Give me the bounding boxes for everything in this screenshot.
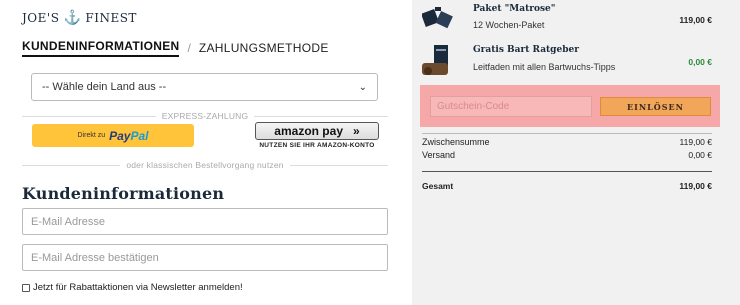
total-row: Gesamt 119,00 € [422, 181, 712, 191]
newsletter-label: Jetzt für Rabattaktionen via Newsletter … [33, 282, 243, 293]
product-package-icon [422, 7, 453, 29]
coupon-placeholder: Gutschein-Code [437, 101, 510, 112]
total-divider [422, 171, 712, 172]
newsletter-checkbox[interactable] [22, 283, 30, 292]
step-customer-info[interactable]: KUNDENINFORMATIONEN [22, 39, 180, 57]
order-summary-panel: Paket "Matrose" 12 Wochen-Paket 119,00 €… [412, 0, 740, 305]
brand-logo[interactable]: JOE'S ⚓ FINEST [22, 11, 137, 25]
customer-info-title: Kundeninformationen [22, 184, 225, 203]
logo-text-left: JOE'S [22, 11, 60, 25]
shipping-label: Versand [422, 150, 456, 160]
country-select[interactable]: -- Wähle dein Land aus -- ⌄ [31, 73, 378, 101]
summary-divider [422, 133, 712, 134]
newsletter-option[interactable]: Jetzt für Rabattaktionen via Newsletter … [22, 282, 243, 293]
email-confirm-field[interactable]: E-Mail Adresse bestätigen [22, 244, 388, 271]
amazon-pay-subtitle: NUTZEN SIE IHR AMAZON-KONTO [259, 142, 375, 149]
cart-item-price: 0,00 € [688, 57, 712, 67]
step-payment-method[interactable]: ZAHLUNGSMETHODE [199, 41, 329, 55]
redeem-coupon-button[interactable]: EINLÖSEN [600, 97, 711, 116]
cart-item-price: 119,00 € [679, 15, 712, 25]
express-divider: EXPRESS-ZAHLUNG [22, 111, 388, 121]
checkout-form-panel: JOE'S ⚓ FINEST KUNDENINFORMATIONEN / ZAH… [0, 0, 412, 305]
shipping-value: 0,00 € [688, 150, 712, 160]
amazon-pay-logo: amazon pay [274, 124, 343, 138]
email-confirm-placeholder: E-Mail Adresse bestätigen [31, 251, 159, 264]
country-select-value: -- Wähle dein Land aus -- [42, 81, 167, 93]
total-value: 119,00 € [679, 181, 712, 191]
arrow-right-icon: » [353, 124, 360, 138]
chevron-down-icon: ⌄ [358, 81, 367, 93]
classic-label: oder klassischen Bestellvorgang nutzen [126, 160, 284, 170]
step-separator: / [187, 41, 191, 55]
cart-item-desc: Leitfaden mit allen Bartwuchs-Tipps [473, 62, 616, 72]
paypal-button[interactable]: Direkt zu PayPal [32, 124, 194, 147]
express-label: EXPRESS-ZAHLUNG [161, 111, 249, 121]
amazon-pay-button[interactable]: amazon pay » [255, 122, 379, 140]
classic-divider: oder klassischen Bestellvorgang nutzen [22, 160, 388, 170]
paypal-logo: PayPal [109, 128, 149, 143]
paypal-prefix: Direkt zu [77, 132, 106, 139]
cart-item-name: Paket "Matrose" [473, 4, 556, 14]
subtotal-label: Zwischensumme [422, 137, 490, 147]
checkout-steps: KUNDENINFORMATIONEN / ZAHLUNGSMETHODE [22, 39, 329, 57]
subtotal-value: 119,00 € [679, 137, 712, 147]
cart-item-desc: 12 Wochen-Paket [473, 20, 545, 30]
logo-text-right: FINEST [85, 11, 137, 25]
coupon-code-input[interactable]: Gutschein-Code [430, 96, 592, 117]
shipping-row: Versand 0,00 € [422, 150, 712, 160]
cart-item-name: Gratis Bart Ratgeber [473, 45, 579, 55]
email-field[interactable]: E-Mail Adresse [22, 208, 388, 235]
total-label: Gesamt [422, 181, 454, 191]
subtotal-row: Zwischensumme 119,00 € [422, 137, 712, 147]
beard-guide-book-icon [422, 45, 448, 75]
email-placeholder: E-Mail Adresse [31, 215, 105, 228]
coupon-section: Gutschein-Code EINLÖSEN [420, 85, 720, 127]
anchor-icon: ⚓ [63, 10, 82, 26]
